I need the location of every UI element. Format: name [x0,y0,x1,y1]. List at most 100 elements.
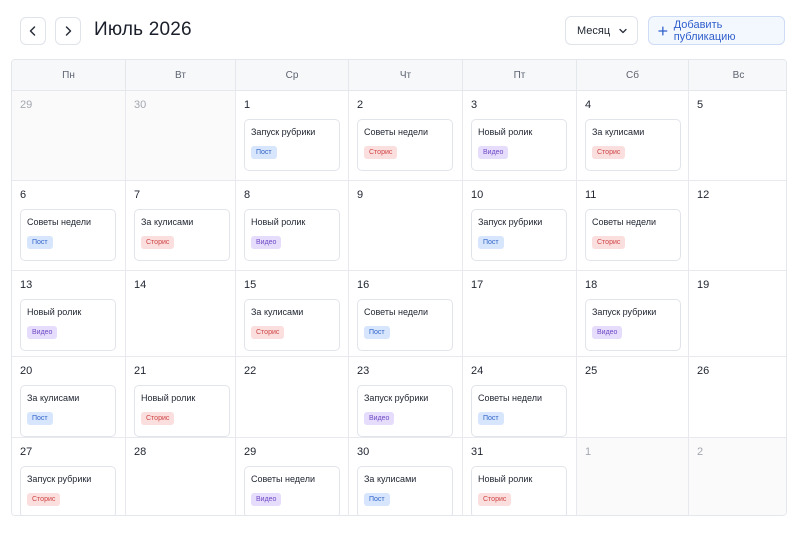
day-cell[interactable]: 5 [689,91,786,181]
event-type-badge: Пост [251,146,277,159]
day-cell[interactable]: 22 [236,357,349,438]
day-number: 31 [471,446,484,458]
day-cell[interactable]: 19 [689,271,786,357]
day-number: 28 [134,446,147,458]
day-number: 2 [697,446,704,458]
event-title: Советы недели [478,393,542,403]
event-title: Советы недели [251,474,315,484]
day-cell[interactable]: 9 [349,181,463,271]
event-card[interactable]: Советы недели Сторис [585,209,681,261]
day-number: 9 [357,189,364,201]
day-cell[interactable]: 29 [12,91,126,181]
event-card[interactable]: Запуск рубрики Видео [357,385,453,437]
event-title: За кулисами [141,217,194,227]
event-card[interactable]: За кулисами Сторис [134,209,230,261]
day-cell[interactable]: 29 Советы недели Видео [236,438,349,515]
event-type-badge: Сторис [364,146,398,159]
event-card[interactable]: Советы недели Видео [244,466,340,515]
event-type-badge: Сторис [478,493,512,506]
event-card[interactable]: Советы недели Сторис [357,119,453,171]
day-number: 5 [697,99,704,111]
chevron-right-icon [65,26,72,36]
day-cell[interactable]: 21 Новый ролик Сторис [126,357,236,438]
event-title: Запуск рубрики [251,127,316,137]
day-cell[interactable]: 30 [126,91,236,181]
event-title: За кулисами [27,393,80,403]
calendar-header: Июль 2026 Месяц Добавить публикацию [0,0,800,60]
day-number: 16 [357,279,370,291]
day-cell[interactable]: 1 [577,438,689,515]
day-cell[interactable]: 11 Советы недели Сторис [577,181,689,271]
event-card[interactable]: За кулисами Сторис [244,299,340,351]
view-mode-select[interactable]: Месяц [565,16,638,45]
day-cell[interactable]: 20 За кулисами Пост [12,357,126,438]
event-card[interactable]: Запуск рубрики Видео [585,299,681,351]
day-number: 25 [585,365,598,377]
day-cell[interactable]: 15 За кулисами Сторис [236,271,349,357]
day-cell[interactable]: 26 [689,357,786,438]
day-cell[interactable]: 4 За кулисами Сторис [577,91,689,181]
day-cell[interactable]: 12 [689,181,786,271]
event-card[interactable]: Запуск рубрики Пост [471,209,567,261]
day-cell[interactable]: 31 Новый ролик Сторис [463,438,577,515]
day-cell[interactable]: 23 Запуск рубрики Видео [349,357,463,438]
day-cell[interactable]: 17 [463,271,577,357]
day-number: 26 [697,365,710,377]
event-card[interactable]: Новый ролик Видео [20,299,116,351]
event-card[interactable]: Советы недели Пост [20,209,116,261]
day-cell[interactable]: 18 Запуск рубрики Видео [577,271,689,357]
day-cell[interactable]: 8 Новый ролик Видео [236,181,349,271]
weekday-label: Сб [577,60,689,91]
event-card[interactable]: Новый ролик Видео [244,209,340,261]
event-type-badge: Пост [27,412,53,425]
event-title: Новый ролик [141,393,196,403]
day-cell[interactable]: 27 Запуск рубрики Сторис [12,438,126,515]
day-number: 29 [20,99,33,111]
event-card[interactable]: За кулисами Пост [20,385,116,437]
event-title: Советы недели [364,127,428,137]
day-number: 1 [585,446,592,458]
day-cell[interactable]: 28 [126,438,236,515]
chevron-down-icon [619,28,627,34]
day-cell[interactable]: 16 Советы недели Пост [349,271,463,357]
day-cell[interactable]: 3 Новый ролик Видео [463,91,577,181]
event-type-badge: Сторис [251,326,285,339]
event-card[interactable]: За кулисами Сторис [585,119,681,171]
day-number: 7 [134,189,141,201]
event-card[interactable]: Новый ролик Сторис [134,385,230,437]
weekday-label: Пт [463,60,577,91]
event-card[interactable]: Новый ролик Видео [471,119,567,171]
day-cell[interactable]: 7 За кулисами Сторис [126,181,236,271]
day-cell[interactable]: 1 Запуск рубрики Пост [236,91,349,181]
day-cell[interactable]: 14 [126,271,236,357]
event-title: Запуск рубрики [27,474,92,484]
day-number: 8 [244,189,251,201]
next-month-button[interactable] [55,17,81,45]
day-cell[interactable]: 2 Советы недели Сторис [349,91,463,181]
day-cell[interactable]: 24 Советы недели Пост [463,357,577,438]
day-cell[interactable]: 6 Советы недели Пост [12,181,126,271]
day-cell[interactable]: 13 Новый ролик Видео [12,271,126,357]
event-card[interactable]: Новый ролик Сторис [471,466,567,515]
day-cell[interactable]: 2 [689,438,786,515]
day-number: 1 [244,99,251,111]
event-type-badge: Видео [592,326,623,339]
day-cell[interactable]: 10 Запуск рубрики Пост [463,181,577,271]
event-card[interactable]: Советы недели Пост [357,299,453,351]
event-card[interactable]: Запуск рубрики Пост [244,119,340,171]
month-grid: Пн Вт Ср Чт Пт Сб Вс 29 30 1 Запуск рубрики Пост 2 С… [11,59,787,516]
day-cell[interactable]: 25 [577,357,689,438]
page-title: Июль 2026 [94,19,192,40]
event-card[interactable]: За кулисами Пост [357,466,453,515]
prev-month-button[interactable] [20,17,46,45]
day-number: 15 [244,279,257,291]
event-title: За кулисами [592,127,645,137]
event-card[interactable]: Запуск рубрики Сторис [20,466,116,515]
event-type-badge: Видео [364,412,395,425]
event-title: Новый ролик [27,307,82,317]
day-cell[interactable]: 30 За кулисами Пост [349,438,463,515]
day-number: 24 [471,365,484,377]
event-card[interactable]: Советы недели Пост [471,385,567,437]
add-publication-button[interactable]: Добавить публикацию [648,16,785,45]
event-type-badge: Сторис [27,493,61,506]
